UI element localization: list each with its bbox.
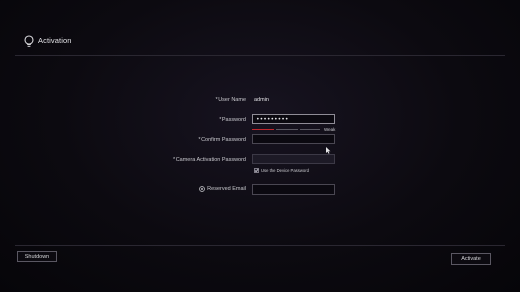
- mouse-cursor-icon: [326, 147, 331, 154]
- activate-button[interactable]: Activate: [451, 253, 491, 265]
- lightbulb-icon: [24, 35, 34, 47]
- reserved-email-label: Reserved Email: [207, 186, 246, 192]
- activation-screen: Activation *User Name admin *Password We…: [0, 0, 520, 292]
- camera-activation-password-label: *Camera Activation Password: [173, 157, 246, 163]
- strength-bar-1: [252, 129, 274, 130]
- strength-text: Weak: [324, 127, 336, 132]
- check-icon: [254, 168, 259, 173]
- use-device-password-label: Use the Device Password: [261, 168, 309, 173]
- password-field[interactable]: [252, 114, 335, 124]
- page-title: Activation: [38, 36, 72, 45]
- shutdown-button[interactable]: Shutdown: [17, 251, 57, 262]
- camera-activation-password-field[interactable]: [252, 154, 335, 164]
- use-device-password-checkbox[interactable]: [254, 168, 259, 173]
- email-icon: [199, 186, 205, 192]
- strength-bar-2: [276, 129, 298, 130]
- footer-divider: [15, 245, 505, 246]
- header-divider: [15, 55, 505, 56]
- user-name-label: *User Name: [215, 97, 246, 103]
- password-label: *Password: [219, 117, 246, 123]
- confirm-password-field[interactable]: [252, 134, 335, 144]
- reserved-email-field[interactable]: [252, 184, 335, 195]
- user-name-value: admin: [254, 97, 269, 103]
- strength-bar-3: [300, 129, 320, 130]
- confirm-password-label: *Confirm Password: [198, 137, 246, 143]
